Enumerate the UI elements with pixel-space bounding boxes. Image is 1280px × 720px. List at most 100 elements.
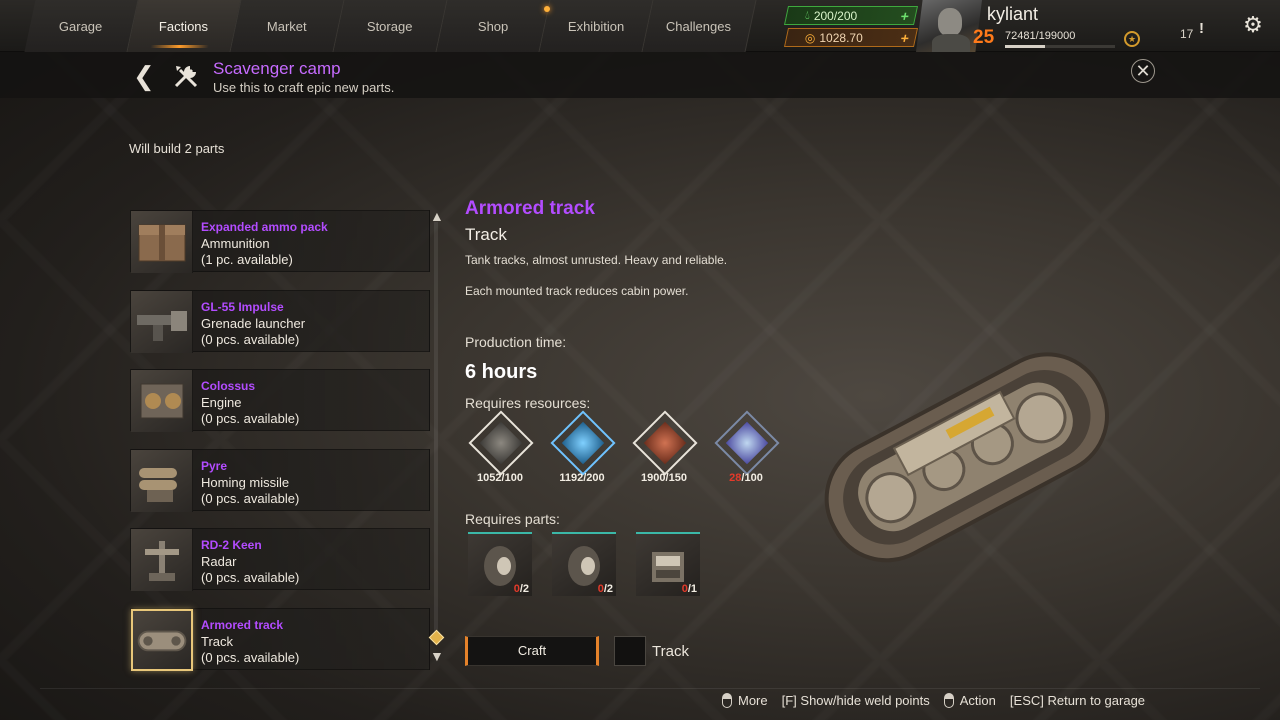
craft-item-list: Expanded ammo pack Ammunition (1 pc. ava… xyxy=(130,210,430,687)
tab-challenges[interactable]: Challenges xyxy=(642,0,757,52)
resource-list: 1052/100 1192/200 1900/150 28/100 xyxy=(465,410,781,486)
wheel-icon xyxy=(568,546,600,586)
hint-more[interactable]: More xyxy=(722,693,768,708)
alert-icon[interactable]: ! xyxy=(1199,20,1204,37)
tab-garage[interactable]: Garage xyxy=(24,0,139,52)
top-bar: Garage Factions Market Storage Shop Exhi… xyxy=(0,0,1280,52)
generator-icon xyxy=(652,552,684,582)
item-type: Grenade launcher xyxy=(201,315,306,331)
settings-gear-icon[interactable]: ⚙ xyxy=(1240,12,1266,38)
scroll-up-chevron-icon[interactable]: ▲ xyxy=(430,208,444,224)
item-availability: (0 pcs. available) xyxy=(201,570,300,585)
resource-count: 28/100 xyxy=(729,472,763,484)
resource-item[interactable]: 1052/100 xyxy=(465,410,535,486)
list-item[interactable]: GL-55 Impulse Grenade launcher (0 pcs. a… xyxy=(130,289,430,353)
control-hints: More [F] Show/hide weld points Action [E… xyxy=(722,693,1145,708)
item-availability: (0 pcs. available) xyxy=(201,331,300,347)
production-time-label: Production time: xyxy=(465,334,567,350)
tab-label: Factions xyxy=(159,18,209,34)
copper-icon xyxy=(632,410,698,476)
resource-item[interactable]: 28/100 xyxy=(711,410,781,486)
grenade-launcher-icon xyxy=(131,290,193,353)
item-availability: (0 pcs. available) xyxy=(201,411,300,426)
hint-weld-points[interactable]: [F] Show/hide weld points xyxy=(782,693,930,708)
radar-icon xyxy=(131,529,193,591)
list-item[interactable]: Expanded ammo pack Ammunition (1 pc. ava… xyxy=(130,210,430,273)
tab-storage[interactable]: Storage xyxy=(333,0,448,52)
engine-icon xyxy=(131,370,193,432)
required-part[interactable]: 0/1 xyxy=(636,532,700,596)
back-button[interactable]: ❮ xyxy=(133,61,155,91)
scroll-position-diamond-icon[interactable] xyxy=(428,629,445,646)
required-parts-list: 0/2 0/2 0/1 xyxy=(468,532,700,596)
required-part[interactable]: 0/2 xyxy=(468,532,532,596)
item-name: Colossus xyxy=(201,379,256,393)
track-checkbox-label: Track xyxy=(652,643,689,660)
xp-bar-fill xyxy=(1005,45,1046,48)
item-name: Expanded ammo pack xyxy=(201,220,328,234)
mouse-icon xyxy=(722,693,732,708)
scrap-metal-icon xyxy=(468,410,534,476)
tab-shop[interactable]: Shop xyxy=(436,0,551,52)
notification-count: 17 xyxy=(1180,27,1194,41)
tab-market[interactable]: Market xyxy=(230,0,345,52)
hint-esc-label: [ESC] Return to garage xyxy=(1009,693,1146,708)
hint-action-label: Action xyxy=(959,693,996,708)
list-item[interactable]: Pyre Homing missile (0 pcs. available) xyxy=(130,448,430,512)
hint-more-label: More xyxy=(738,693,768,708)
coin-counter[interactable]: ◎ 1028.70 + xyxy=(783,28,919,47)
part-count: 0/2 xyxy=(513,583,529,595)
player-level: 25 xyxy=(973,27,995,48)
detail-description: Tank tracks, almost unrusted. Heavy and … xyxy=(465,253,728,267)
hint-action[interactable]: Action xyxy=(943,693,996,708)
xp-readout: 72481/199000 xyxy=(1005,30,1076,42)
track-checkbox[interactable] xyxy=(614,636,646,666)
list-item[interactable]: RD-2 Keen Radar (0 pcs. available) xyxy=(130,528,430,591)
part-count: 0/2 xyxy=(597,583,613,595)
tab-label: Exhibition xyxy=(567,18,625,34)
hint-weld-label: [F] Show/hide weld points xyxy=(781,693,930,708)
parts-label: Requires parts: xyxy=(465,511,560,527)
part-count: 0/1 xyxy=(681,583,697,595)
fuel-counter[interactable]: 💧︎ 200/200 + xyxy=(783,6,919,25)
will-build-text: Will build 2 parts xyxy=(129,141,225,156)
sub-header: ❮ Scavenger camp Use this to craft epic … xyxy=(0,52,1280,98)
username: kyliant xyxy=(987,4,1039,24)
armored-track-model[interactable] xyxy=(808,312,1120,592)
coin-icon: ◎ xyxy=(805,30,816,45)
xp-bar xyxy=(1005,45,1115,48)
item-name: RD-2 Keen xyxy=(201,538,262,552)
page-title: Scavenger camp xyxy=(213,59,341,78)
required-part[interactable]: 0/2 xyxy=(552,532,616,596)
item-name: GL-55 Impulse xyxy=(201,299,284,314)
scroll-down-chevron-icon[interactable]: ▼ xyxy=(430,648,444,664)
page-description: Use this to craft epic new parts. xyxy=(213,80,395,95)
tab-label: Garage xyxy=(59,18,103,34)
list-item-selected[interactable]: Armored track Track (0 pcs. available) xyxy=(130,607,430,671)
list-scrollbar[interactable] xyxy=(434,222,438,636)
bottom-divider xyxy=(40,688,1260,689)
prestige-badge-icon[interactable]: ★ xyxy=(1124,31,1140,47)
item-type: Ammunition xyxy=(201,236,270,251)
resource-count: 1192/200 xyxy=(559,472,605,484)
add-coins-button[interactable]: + xyxy=(895,29,915,46)
wires-icon xyxy=(550,410,616,476)
tab-exhibition[interactable]: Exhibition xyxy=(539,0,654,52)
tab-label: Challenges xyxy=(666,18,732,34)
close-icon[interactable]: ✕ xyxy=(1131,59,1155,83)
resource-item[interactable]: 1900/150 xyxy=(629,410,699,486)
list-item[interactable]: Colossus Engine (0 pcs. available) xyxy=(130,369,430,432)
craft-button[interactable]: Craft xyxy=(465,636,599,666)
tab-factions[interactable]: Factions xyxy=(127,0,242,52)
item-type: Track xyxy=(201,633,234,649)
tab-label: Storage xyxy=(367,18,413,34)
electronics-icon xyxy=(714,410,780,476)
hint-return-garage[interactable]: [ESC] Return to garage xyxy=(1010,693,1145,708)
detail-item-type: Track xyxy=(465,225,507,244)
fuel-drop-icon: 💧︎ xyxy=(805,8,810,22)
tab-label: Shop xyxy=(477,18,509,34)
item-name: Armored track xyxy=(201,617,284,632)
mouse-icon xyxy=(943,693,954,708)
add-fuel-button[interactable]: + xyxy=(895,7,915,24)
resource-item[interactable]: 1192/200 xyxy=(547,410,617,486)
